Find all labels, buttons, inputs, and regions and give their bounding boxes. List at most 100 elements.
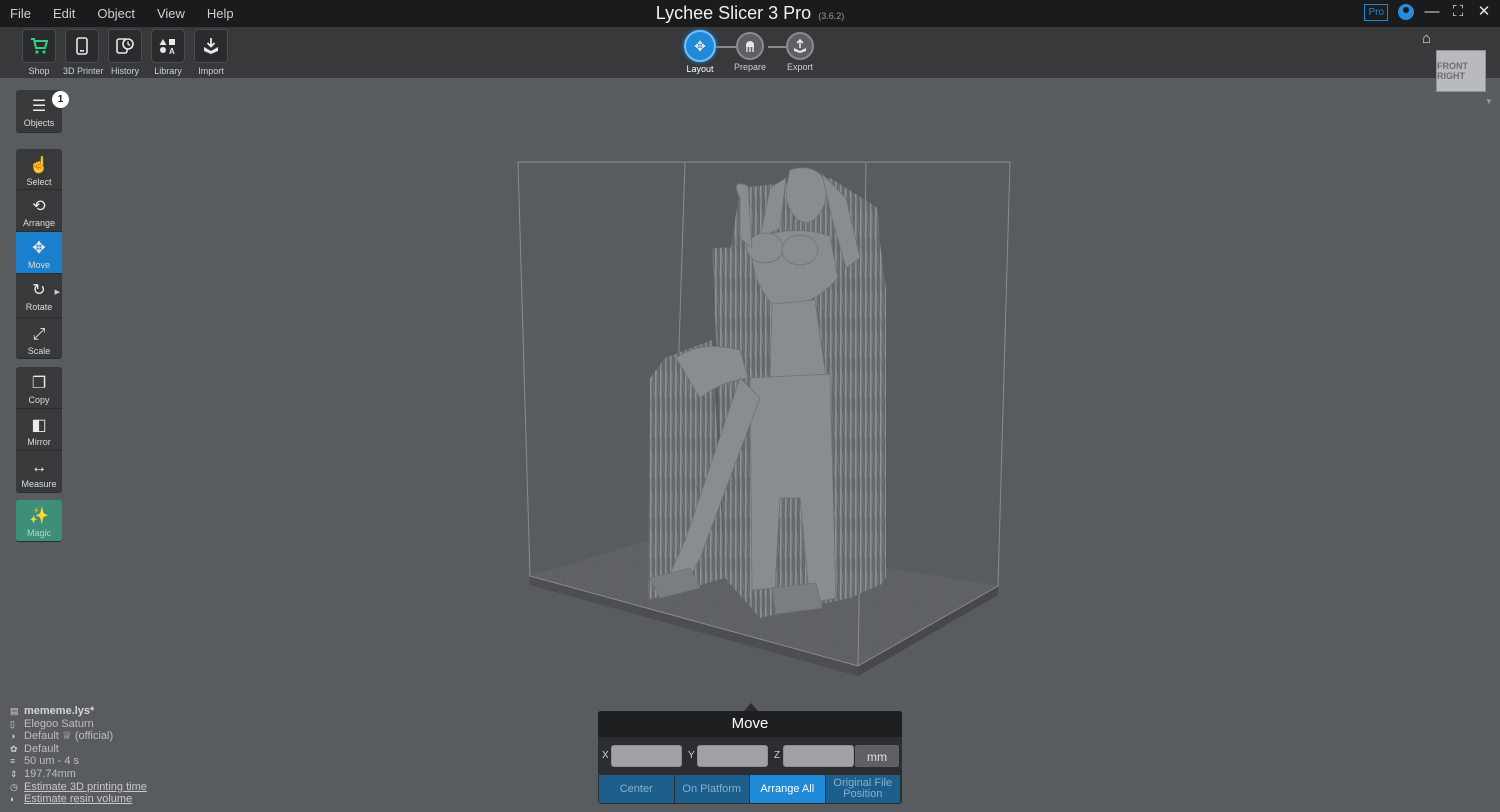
home-view-icon[interactable]: ⌂ xyxy=(1422,30,1431,47)
rotate-label: Rotate xyxy=(25,302,53,312)
estimate-time-link[interactable]: Estimate 3D printing time xyxy=(24,781,147,793)
printer-icon: ▯ xyxy=(10,718,15,729)
clock-icon: ◷ xyxy=(10,781,18,792)
workflow-steps: ✥ Layout Prepare Export xyxy=(684,30,824,76)
app-title-text: Lychee Slicer 3 Pro xyxy=(655,3,812,23)
copy-button[interactable]: ❐ Copy xyxy=(16,367,62,409)
title-bar: File Edit Object View Help Lychee Slicer… xyxy=(0,0,1500,27)
view-cube-face: FRONT RIGHT xyxy=(1437,61,1468,81)
original-position-line2: Position xyxy=(843,788,883,800)
svg-text:A: A xyxy=(169,47,175,55)
pointer-hand-icon: ☝ xyxy=(29,157,49,174)
move-arrows-icon: ✥ xyxy=(684,30,716,62)
scale-icon: ⤢ xyxy=(32,326,46,343)
magic-button[interactable]: ✨ Magic xyxy=(16,500,62,542)
palette-icon: ✿ xyxy=(10,743,18,754)
printer-label: 3D Printer xyxy=(63,66,104,76)
arrange-button[interactable]: ⟲ Arrange xyxy=(16,190,62,232)
coordinate-row: X Y Z mm xyxy=(598,745,902,769)
copy-icon: ❐ xyxy=(31,375,47,392)
history-label: History xyxy=(110,66,139,76)
x-input[interactable] xyxy=(611,745,682,767)
printer-name: Elegoo Saturn xyxy=(24,717,94,730)
mirror-label: Mirror xyxy=(27,437,51,447)
y-label: Y xyxy=(688,750,695,761)
height-icon: ⇕ xyxy=(10,768,18,779)
history-button[interactable]: History xyxy=(106,29,144,76)
move-arrows-icon: ✥ xyxy=(32,240,46,257)
x-label: X xyxy=(602,750,609,761)
file-name: mememe.lys* xyxy=(24,705,95,717)
file-icon: ▤ xyxy=(10,706,19,716)
scene-info: ▤ mememe.lys* ▯ Elegoo Saturn ◑ Default ♕ (… xyxy=(10,705,147,806)
original-position-button[interactable]: Original File Position xyxy=(825,775,901,803)
scale-label: Scale xyxy=(27,346,51,356)
import-icon xyxy=(194,29,228,63)
chevron-right-icon: ▶ xyxy=(54,289,60,296)
z-label: Z xyxy=(774,750,781,761)
step-layout[interactable]: ✥ Layout xyxy=(680,30,720,74)
estimate-resin-link[interactable]: Estimate resin volume xyxy=(24,793,132,805)
import-label: Import xyxy=(198,66,224,76)
history-icon xyxy=(108,29,142,63)
window-controls: Pro — ⛶ ✕ xyxy=(1364,3,1492,21)
step-export-label: Export xyxy=(786,62,813,72)
measure-button[interactable]: ↔ Measure xyxy=(16,451,62,493)
app-title: Lychee Slicer 3 Pro (3.6.2) xyxy=(0,3,1500,24)
close-button[interactable]: ✕ xyxy=(1476,3,1492,21)
view-cube[interactable]: FRONT RIGHT xyxy=(1436,50,1486,92)
center-button[interactable]: Center xyxy=(599,775,675,803)
minimize-button[interactable]: — xyxy=(1424,3,1440,21)
layer-settings: 50 um - 4 s xyxy=(24,755,80,768)
step-export[interactable]: Export xyxy=(780,30,820,72)
model-height: 197.74mm xyxy=(24,767,76,780)
move-panel-title: Move xyxy=(598,711,902,737)
step-prepare[interactable]: Prepare xyxy=(730,30,770,72)
view-cube-menu-icon[interactable]: ▼ xyxy=(1485,97,1493,106)
magic-wand-icon: ✨ xyxy=(29,508,49,525)
on-platform-button[interactable]: On Platform xyxy=(674,775,750,803)
supports-icon xyxy=(736,32,764,60)
resin-name: Default ♕ (official) xyxy=(24,730,114,743)
move-tool-button[interactable]: ✥ Move xyxy=(16,232,62,274)
objects-count-badge: 1 xyxy=(52,91,69,108)
pro-badge[interactable]: Pro xyxy=(1364,3,1388,21)
library-label: Library xyxy=(154,66,182,76)
viewport-3d[interactable] xyxy=(0,78,1500,812)
arrange-all-button[interactable]: Arrange All xyxy=(750,775,826,803)
select-label: Select xyxy=(26,177,52,187)
move-panel: Move X Y Z mm Center On Platform Arrange… xyxy=(598,711,902,804)
objects-label: Objects xyxy=(23,118,55,128)
magic-label: Magic xyxy=(26,528,51,538)
y-input[interactable] xyxy=(697,745,768,767)
move-label: Move xyxy=(27,260,50,270)
scale-button[interactable]: ⤢ Scale xyxy=(16,318,62,359)
export-icon xyxy=(786,32,814,60)
account-icon[interactable] xyxy=(1398,4,1414,20)
printer-icon xyxy=(65,29,99,63)
profile-name: Default xyxy=(24,742,59,755)
shop-button[interactable]: Shop xyxy=(20,29,58,76)
shop-label: Shop xyxy=(28,66,50,76)
step-prepare-label: Prepare xyxy=(733,62,767,72)
unit-selector[interactable]: mm xyxy=(855,745,899,767)
measure-arrows-icon: ↔ xyxy=(31,459,47,476)
rotate-button[interactable]: ↻ Rotate ▶ xyxy=(16,274,62,318)
arrange-label: Arrange xyxy=(22,218,56,228)
measure-label: Measure xyxy=(21,479,57,489)
import-button[interactable]: Import xyxy=(192,29,230,76)
select-button[interactable]: ☝ Select xyxy=(16,149,62,190)
mirror-button[interactable]: ◧ Mirror xyxy=(16,409,62,451)
drop-icon: ◐ xyxy=(10,794,16,805)
z-input[interactable] xyxy=(783,745,854,767)
mirror-icon: ◧ xyxy=(31,417,47,434)
move-panel-caret xyxy=(744,703,758,711)
cart-icon xyxy=(22,29,56,63)
maximize-button[interactable]: ⛶ xyxy=(1450,3,1466,21)
printer-button[interactable]: 3D Printer xyxy=(63,29,104,76)
layers-icon: ≡ xyxy=(10,756,16,767)
arrange-icon: ⟲ xyxy=(32,198,46,215)
library-button[interactable]: A Library xyxy=(149,29,187,76)
resin-icon: ◑ xyxy=(10,731,16,742)
main-toolbar: Shop 3D Printer History A Library Import… xyxy=(0,27,1500,78)
